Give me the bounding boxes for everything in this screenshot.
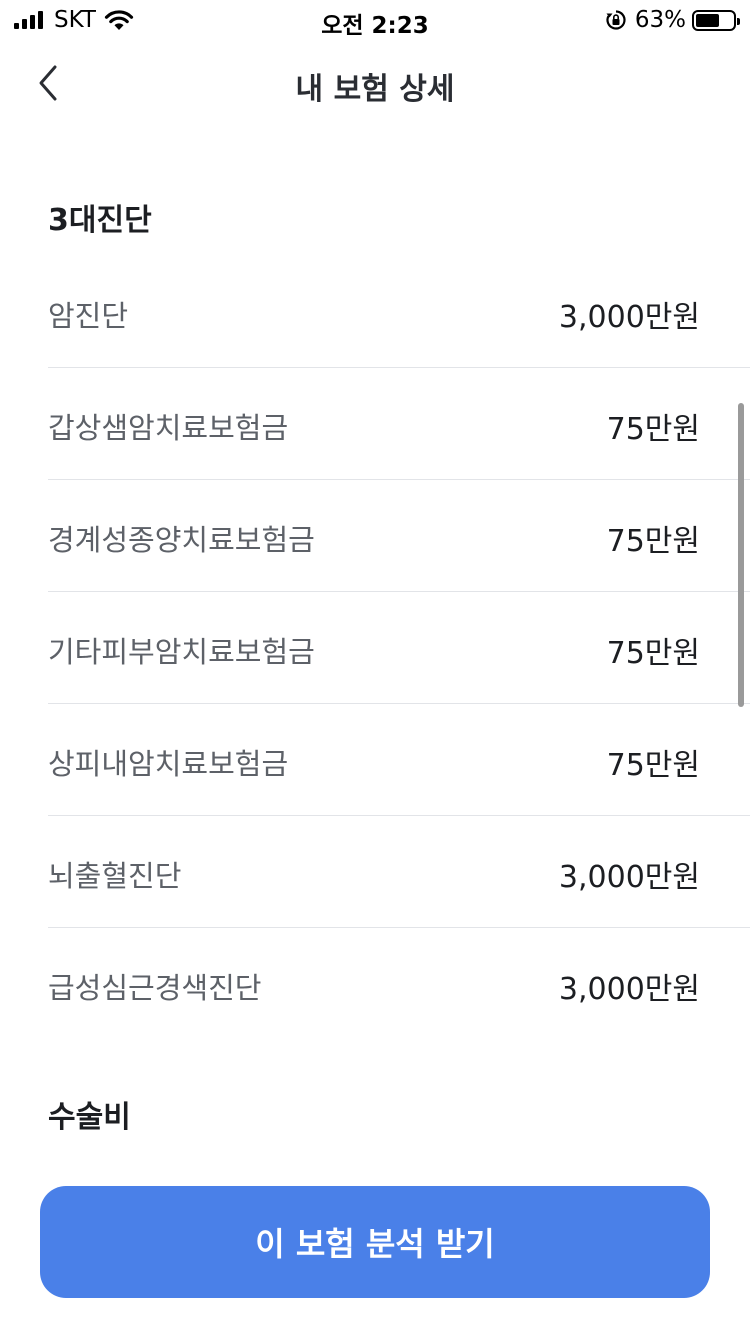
coverage-name: 갑상샘암치료보험금 — [48, 411, 289, 445]
coverage-name: 암진단 — [48, 299, 129, 333]
coverage-list: 암진단 3,000만원 갑상샘암치료보험금 75만원 경계성종양치료보험금 75… — [48, 256, 750, 1040]
coverage-name: 기타피부암치료보험금 — [48, 635, 315, 669]
coverage-amount: 75만원 — [606, 636, 700, 671]
battery-nub — [737, 17, 740, 25]
orientation-lock-icon — [606, 10, 626, 30]
coverage-row[interactable]: 상피내암치료보험금 75만원 — [48, 704, 750, 816]
coverage-amount: 75만원 — [606, 748, 700, 783]
coverage-name: 급성심근경색진단 — [48, 971, 262, 1005]
scrollbar[interactable] — [738, 403, 744, 707]
analyze-insurance-button[interactable]: 이 보험 분석 받기 — [40, 1186, 710, 1298]
battery-percent: 63% — [634, 7, 686, 33]
coverage-row[interactable]: 경계성종양치료보험금 75만원 — [48, 480, 750, 592]
coverage-amount: 3,000만원 — [558, 972, 700, 1007]
coverage-row[interactable]: 암진단 3,000만원 — [48, 256, 750, 368]
nav-bar: 내 보험 상세 — [0, 40, 750, 128]
coverage-amount: 3,000만원 — [558, 300, 700, 335]
battery-fill — [696, 13, 719, 27]
coverage-name: 경계성종양치료보험금 — [48, 523, 315, 557]
coverage-amount: 75만원 — [606, 524, 700, 559]
coverage-row[interactable]: 뇌출혈진단 3,000만원 — [48, 816, 750, 928]
insurance-detail-screen: SKT 오전 2:23 63% 내 보험 상세 3대진단 암진단 3,000만원… — [0, 0, 750, 1334]
section-title-surgery: 수술비 — [48, 1100, 131, 1135]
coverage-name: 상피내암치료보험금 — [48, 747, 289, 781]
section-title-3-diagnoses: 3대진단 — [48, 203, 152, 238]
coverage-amount: 75만원 — [606, 412, 700, 447]
coverage-name: 뇌출혈진단 — [48, 859, 182, 893]
coverage-amount: 3,000만원 — [558, 860, 700, 895]
coverage-row[interactable]: 기타피부암치료보험금 75만원 — [48, 592, 750, 704]
coverage-row[interactable]: 급성심근경색진단 3,000만원 — [48, 928, 750, 1040]
page-title: 내 보험 상세 — [295, 72, 455, 107]
status-right: 63% — [605, 7, 740, 33]
battery-icon — [692, 9, 740, 31]
coverage-row[interactable]: 갑상샘암치료보험금 75만원 — [48, 368, 750, 480]
status-bar: SKT 오전 2:23 63% — [0, 0, 750, 40]
